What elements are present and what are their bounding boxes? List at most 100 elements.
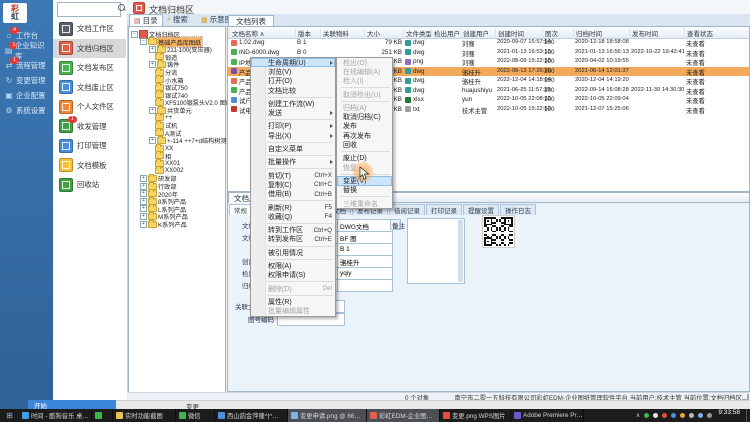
prop-tab-4[interactable]: 打印记录: [426, 204, 462, 215]
tree-expand-toggle[interactable]: +: [149, 107, 156, 114]
menu-item-复制[interactable]: 复制(C)Ctrl+C: [251, 180, 335, 189]
column-header-name[interactable]: 文档名称 ∧: [229, 28, 296, 37]
taskbar-item-1[interactable]: 时间 - 酷狗音乐 桌…: [19, 409, 92, 422]
module-item-3[interactable]: 文档发布区: [53, 58, 126, 77]
sidebar-item-4[interactable]: ↻变更管理: [0, 73, 53, 88]
tree-expand-toggle[interactable]: −: [140, 38, 147, 45]
taskbar-item-2[interactable]: [92, 409, 113, 422]
tree-expand-toggle[interactable]: +: [140, 198, 147, 205]
tray-icon-5[interactable]: [680, 413, 685, 418]
taskbar-item-9[interactable]: Adobe Premiere Pr…: [511, 409, 584, 422]
menu-item-生命周期[interactable]: 生命周期(U): [251, 58, 335, 67]
submenu-item-取消归档[interactable]: 取消归档(C): [337, 112, 392, 121]
menu-item-剪切[interactable]: 剪切(T)Ctrl+X: [251, 171, 335, 180]
module-item-9[interactable]: 回收站: [53, 175, 126, 194]
column-header-type[interactable]: 文件类型: [403, 28, 433, 37]
tray-icon-3[interactable]: [662, 413, 667, 418]
submenu-item-再次发布[interactable]: 再次发布: [337, 131, 392, 140]
search-icon[interactable]: [117, 3, 126, 12]
column-header-ver[interactable]: 版本: [295, 28, 322, 37]
tray-icon-1[interactable]: [644, 413, 649, 418]
tree-expand-toggle[interactable]: +: [140, 205, 147, 212]
menu-item-文档比较[interactable]: 文档比较: [251, 86, 335, 95]
submenu-item-回收[interactable]: 回收: [337, 140, 392, 149]
prop-tab-3[interactable]: 借阅记录: [389, 204, 425, 215]
taskbar-item-6[interactable]: 变更申请.png @ 66…: [288, 409, 367, 422]
menu-item-刷新[interactable]: 刷新(R)F5: [251, 203, 335, 212]
menu-item-借用[interactable]: 借用(B)Ctrl+B: [251, 190, 335, 199]
menu-item-属性[interactable]: 属性(R): [251, 297, 335, 306]
tree-node[interactable]: +K系列产品: [140, 220, 188, 228]
menu-item-被引用情况[interactable]: 被引用情况: [251, 248, 335, 257]
module-item-1[interactable]: 文档工作区: [53, 19, 126, 38]
tree-expand-toggle[interactable]: +: [140, 190, 147, 197]
tray-icon-6[interactable]: [689, 413, 694, 418]
taskbar-item-8[interactable]: 变更.png WPS图片: [440, 409, 511, 422]
prop-tab-6[interactable]: 操作日志: [500, 204, 536, 215]
submenu-item-替换[interactable]: 替换: [337, 186, 392, 195]
column-header-published[interactable]: 发布时间: [629, 28, 686, 37]
menu-item-打印[interactable]: 打印(P): [251, 122, 335, 131]
tree-expand-toggle[interactable]: +: [149, 46, 156, 53]
tree-expand-toggle[interactable]: +: [149, 137, 156, 144]
sidebar-item-2[interactable]: ▤1企业知识库: [0, 43, 53, 58]
column-header-checkout[interactable]: 检出用户: [431, 28, 462, 37]
module-item-5[interactable]: 个人文件区: [53, 97, 126, 116]
tray-icon-7[interactable]: [698, 413, 703, 418]
module-item-8[interactable]: 文档模板: [53, 156, 126, 175]
start-button[interactable]: 开始: [28, 400, 116, 409]
menu-item-导出[interactable]: 导出(X): [251, 131, 335, 140]
tree-expand-toggle[interactable]: −: [131, 31, 138, 38]
sidebar-item-5[interactable]: ▣企业配置: [0, 88, 53, 103]
view-tab-2[interactable]: ⌕搜索: [163, 14, 192, 25]
tree-expand-toggle[interactable]: +: [149, 61, 156, 68]
sidebar-item-3[interactable]: ⇄1流程管理: [0, 58, 53, 73]
module-item-2[interactable]: 文档归档区: [53, 39, 126, 58]
menu-item-发送[interactable]: 发送: [251, 108, 335, 117]
tree-expand-toggle[interactable]: +: [140, 175, 147, 182]
table-row[interactable]: IND-6000.dwgB 0251 KBdwg刘骞2021-01-13 16:…: [228, 48, 749, 58]
note-scrollbar[interactable]: [458, 220, 463, 282]
tree-expand-toggle[interactable]: +: [140, 213, 147, 220]
taskbar-item-3[interactable]: 实时功能截图: [113, 409, 176, 422]
note-textarea[interactable]: [407, 218, 465, 284]
menu-item-自定义菜单[interactable]: 自定义菜单: [251, 144, 335, 153]
column-header-creator[interactable]: 创建用户: [460, 28, 497, 37]
column-header-created[interactable]: 创建时间: [495, 28, 544, 37]
tray-icon-8[interactable]: [707, 413, 712, 418]
tree-expand-toggle[interactable]: +: [140, 221, 147, 228]
prop-tab-5[interactable]: 提醒设置: [463, 204, 499, 215]
menu-item-收藏[interactable]: 收藏(Q)F4: [251, 212, 335, 221]
tray-icon-4[interactable]: [671, 413, 676, 418]
module-item-4[interactable]: 文档废止区: [53, 78, 126, 97]
column-header-archived[interactable]: 归档时间: [573, 28, 631, 37]
menu-item-打开[interactable]: 打开(O): [251, 77, 335, 86]
column-header-size[interactable]: 大小: [364, 28, 403, 37]
menu-item-转到工作区[interactable]: 转到工作区Ctrl+Q: [251, 225, 335, 234]
menu-item-浏览[interactable]: 浏览(V): [251, 67, 335, 76]
tab-general[interactable]: 常规: [229, 204, 252, 215]
menu-item-创建工作流[interactable]: 创建工作流(W): [251, 99, 335, 108]
sidebar-item-6[interactable]: ⚙系统设置: [0, 103, 53, 118]
module-item-7[interactable]: 打印管理: [53, 136, 126, 155]
view-tab-1[interactable]: ▤目录: [129, 14, 163, 26]
column-header-batch[interactable]: 图次: [542, 28, 565, 37]
show-desktop-button[interactable]: [746, 409, 750, 422]
submenu-item-发布[interactable]: 发布: [337, 122, 392, 131]
menu-item-权限申请[interactable]: 权限申请(S): [251, 271, 335, 280]
menu-item-权限[interactable]: 权限(A): [251, 261, 335, 270]
column-header-status[interactable]: 查看状态: [684, 28, 747, 37]
menu-item-批量操作[interactable]: 批量操作: [251, 158, 335, 167]
taskbar-item-5[interactable]: 西山韵金萍隆^|^…: [215, 409, 288, 422]
table-row[interactable]: 1.02.dwgB 179 KBdwg刘骞2020-09-07 15:57:54…: [228, 38, 749, 48]
tray-icon-2[interactable]: [653, 413, 658, 418]
prop-right-field-6[interactable]: [337, 279, 393, 292]
column-header-material[interactable]: 关联物料: [320, 28, 365, 37]
module-item-6[interactable]: 1收发管理: [53, 117, 126, 136]
menu-item-转到发布区[interactable]: 转到发布区Ctrl+E: [251, 235, 335, 244]
taskbar-item-4[interactable]: 微信: [176, 409, 215, 422]
module-search-input[interactable]: [57, 2, 121, 17]
taskbar-item-7[interactable]: 彩虹EDM-企业图…: [367, 409, 440, 422]
windows-start-icon[interactable]: ⊞: [0, 409, 19, 422]
tree-expand-toggle[interactable]: +: [140, 183, 147, 190]
